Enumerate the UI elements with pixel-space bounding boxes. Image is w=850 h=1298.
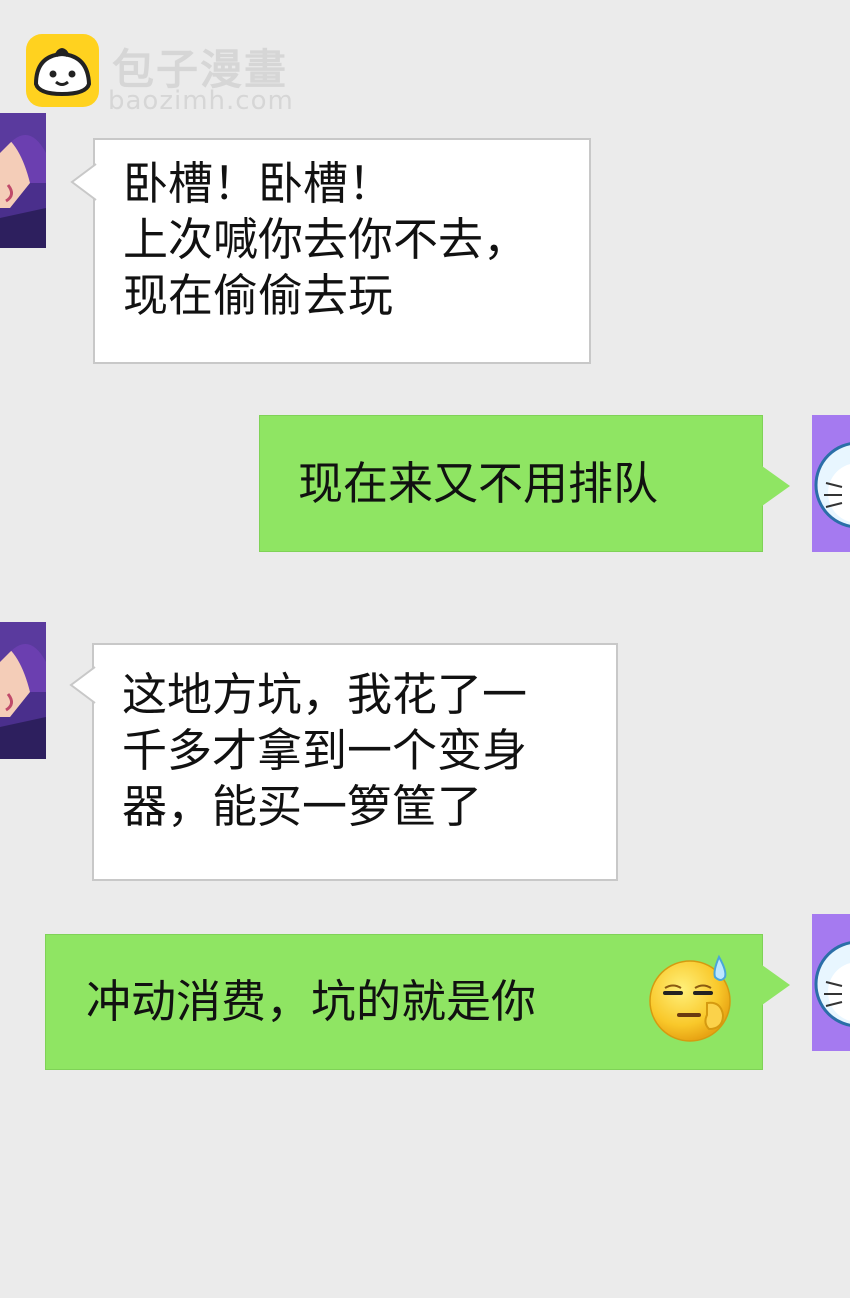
incoming-avatar[interactable] xyxy=(0,113,46,248)
message-text-line: 这地方坑，我花了一 xyxy=(122,668,528,721)
message-text-line: 千多才拿到一个变身 xyxy=(122,724,528,777)
message-bubble-outgoing[interactable]: 现在来又不用排队 xyxy=(259,415,763,552)
outgoing-avatar[interactable] xyxy=(812,914,850,1051)
bubble-tail-right xyxy=(762,965,790,1005)
message-text-line: 现在偷偷去玩 xyxy=(123,269,394,322)
message-text-line: 器，能买一箩筐了 xyxy=(122,780,483,833)
steamed-bun-icon xyxy=(26,34,99,107)
outgoing-avatar[interactable] xyxy=(812,415,850,552)
sweat-smile-emoji-icon xyxy=(649,954,731,1042)
message-text: 现在来又不用排队 xyxy=(298,457,659,510)
bubble-tail-left xyxy=(69,666,96,704)
bubble-tail-left xyxy=(70,163,97,201)
incoming-avatar[interactable] xyxy=(0,622,46,759)
bubble-tail-right xyxy=(762,466,790,506)
message-text-line: 上次喊你去你不去， xyxy=(123,213,529,266)
watermark-logo: 包子漫畫 baozimh.com xyxy=(26,34,316,116)
message-bubble-incoming[interactable]: 这地方坑，我花了一 千多才拿到一个变身 器，能买一箩筐了 xyxy=(92,643,618,881)
message-bubble-incoming[interactable]: 卧槽！卧槽！ 上次喊你去你不去， 现在偷偷去玩 xyxy=(93,138,591,364)
watermark-url: baozimh.com xyxy=(108,86,294,116)
message-text-line: 卧槽！卧槽！ xyxy=(123,157,394,210)
